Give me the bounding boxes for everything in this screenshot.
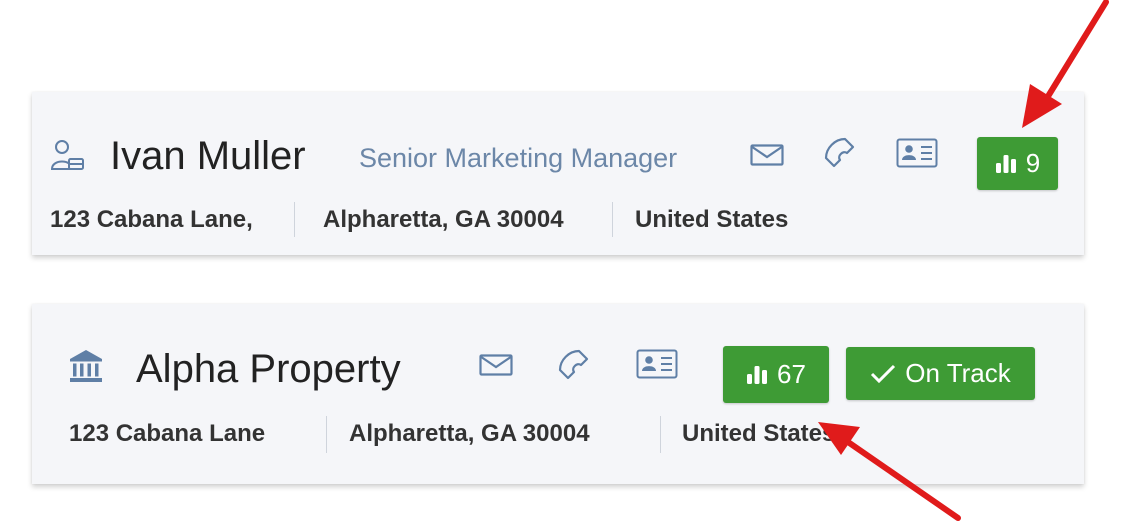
stats-badge-button[interactable]: 9 <box>977 137 1058 190</box>
address-country: United States <box>635 206 789 233</box>
address-country: United States <box>682 420 836 447</box>
person-icon <box>50 138 86 174</box>
email-icon[interactable] <box>750 144 784 166</box>
contact-card: Ivan Muller Senior Marketing Manager 9 1… <box>32 92 1084 255</box>
contact-card-icon[interactable] <box>636 349 678 379</box>
checkmark-icon <box>871 364 896 383</box>
address-divider <box>612 202 613 237</box>
phone-icon[interactable] <box>555 348 591 384</box>
status-on-track-button[interactable]: On Track <box>846 347 1035 400</box>
stats-badge-count: 9 <box>1025 148 1041 178</box>
address-divider <box>660 416 661 453</box>
address-divider <box>326 416 327 453</box>
address-city-state-zip: Alpharetta, GA 30004 <box>323 206 564 233</box>
email-icon[interactable] <box>479 354 513 376</box>
contact-job-title: Senior Marketing Manager <box>359 143 678 173</box>
phone-icon[interactable] <box>821 136 857 172</box>
bar-chart-icon <box>995 154 1016 173</box>
stats-badge-count: 67 <box>777 359 806 389</box>
status-label: On Track <box>905 358 1011 388</box>
company-name[interactable]: Alpha Property <box>136 349 401 389</box>
contact-card-icon[interactable] <box>896 138 938 168</box>
company-card: Alpha Property 67 On Track 123 Cabana La… <box>32 304 1084 484</box>
address-street: 123 Cabana Lane, <box>50 206 253 233</box>
stats-badge-button[interactable]: 67 <box>723 346 829 403</box>
address-city-state-zip: Alpharetta, GA 30004 <box>349 420 590 447</box>
address-divider <box>294 202 295 237</box>
bar-chart-icon <box>747 365 768 384</box>
contact-name[interactable]: Ivan Muller <box>110 136 306 176</box>
address-street: 123 Cabana Lane <box>69 420 266 447</box>
bank-icon <box>68 348 104 384</box>
